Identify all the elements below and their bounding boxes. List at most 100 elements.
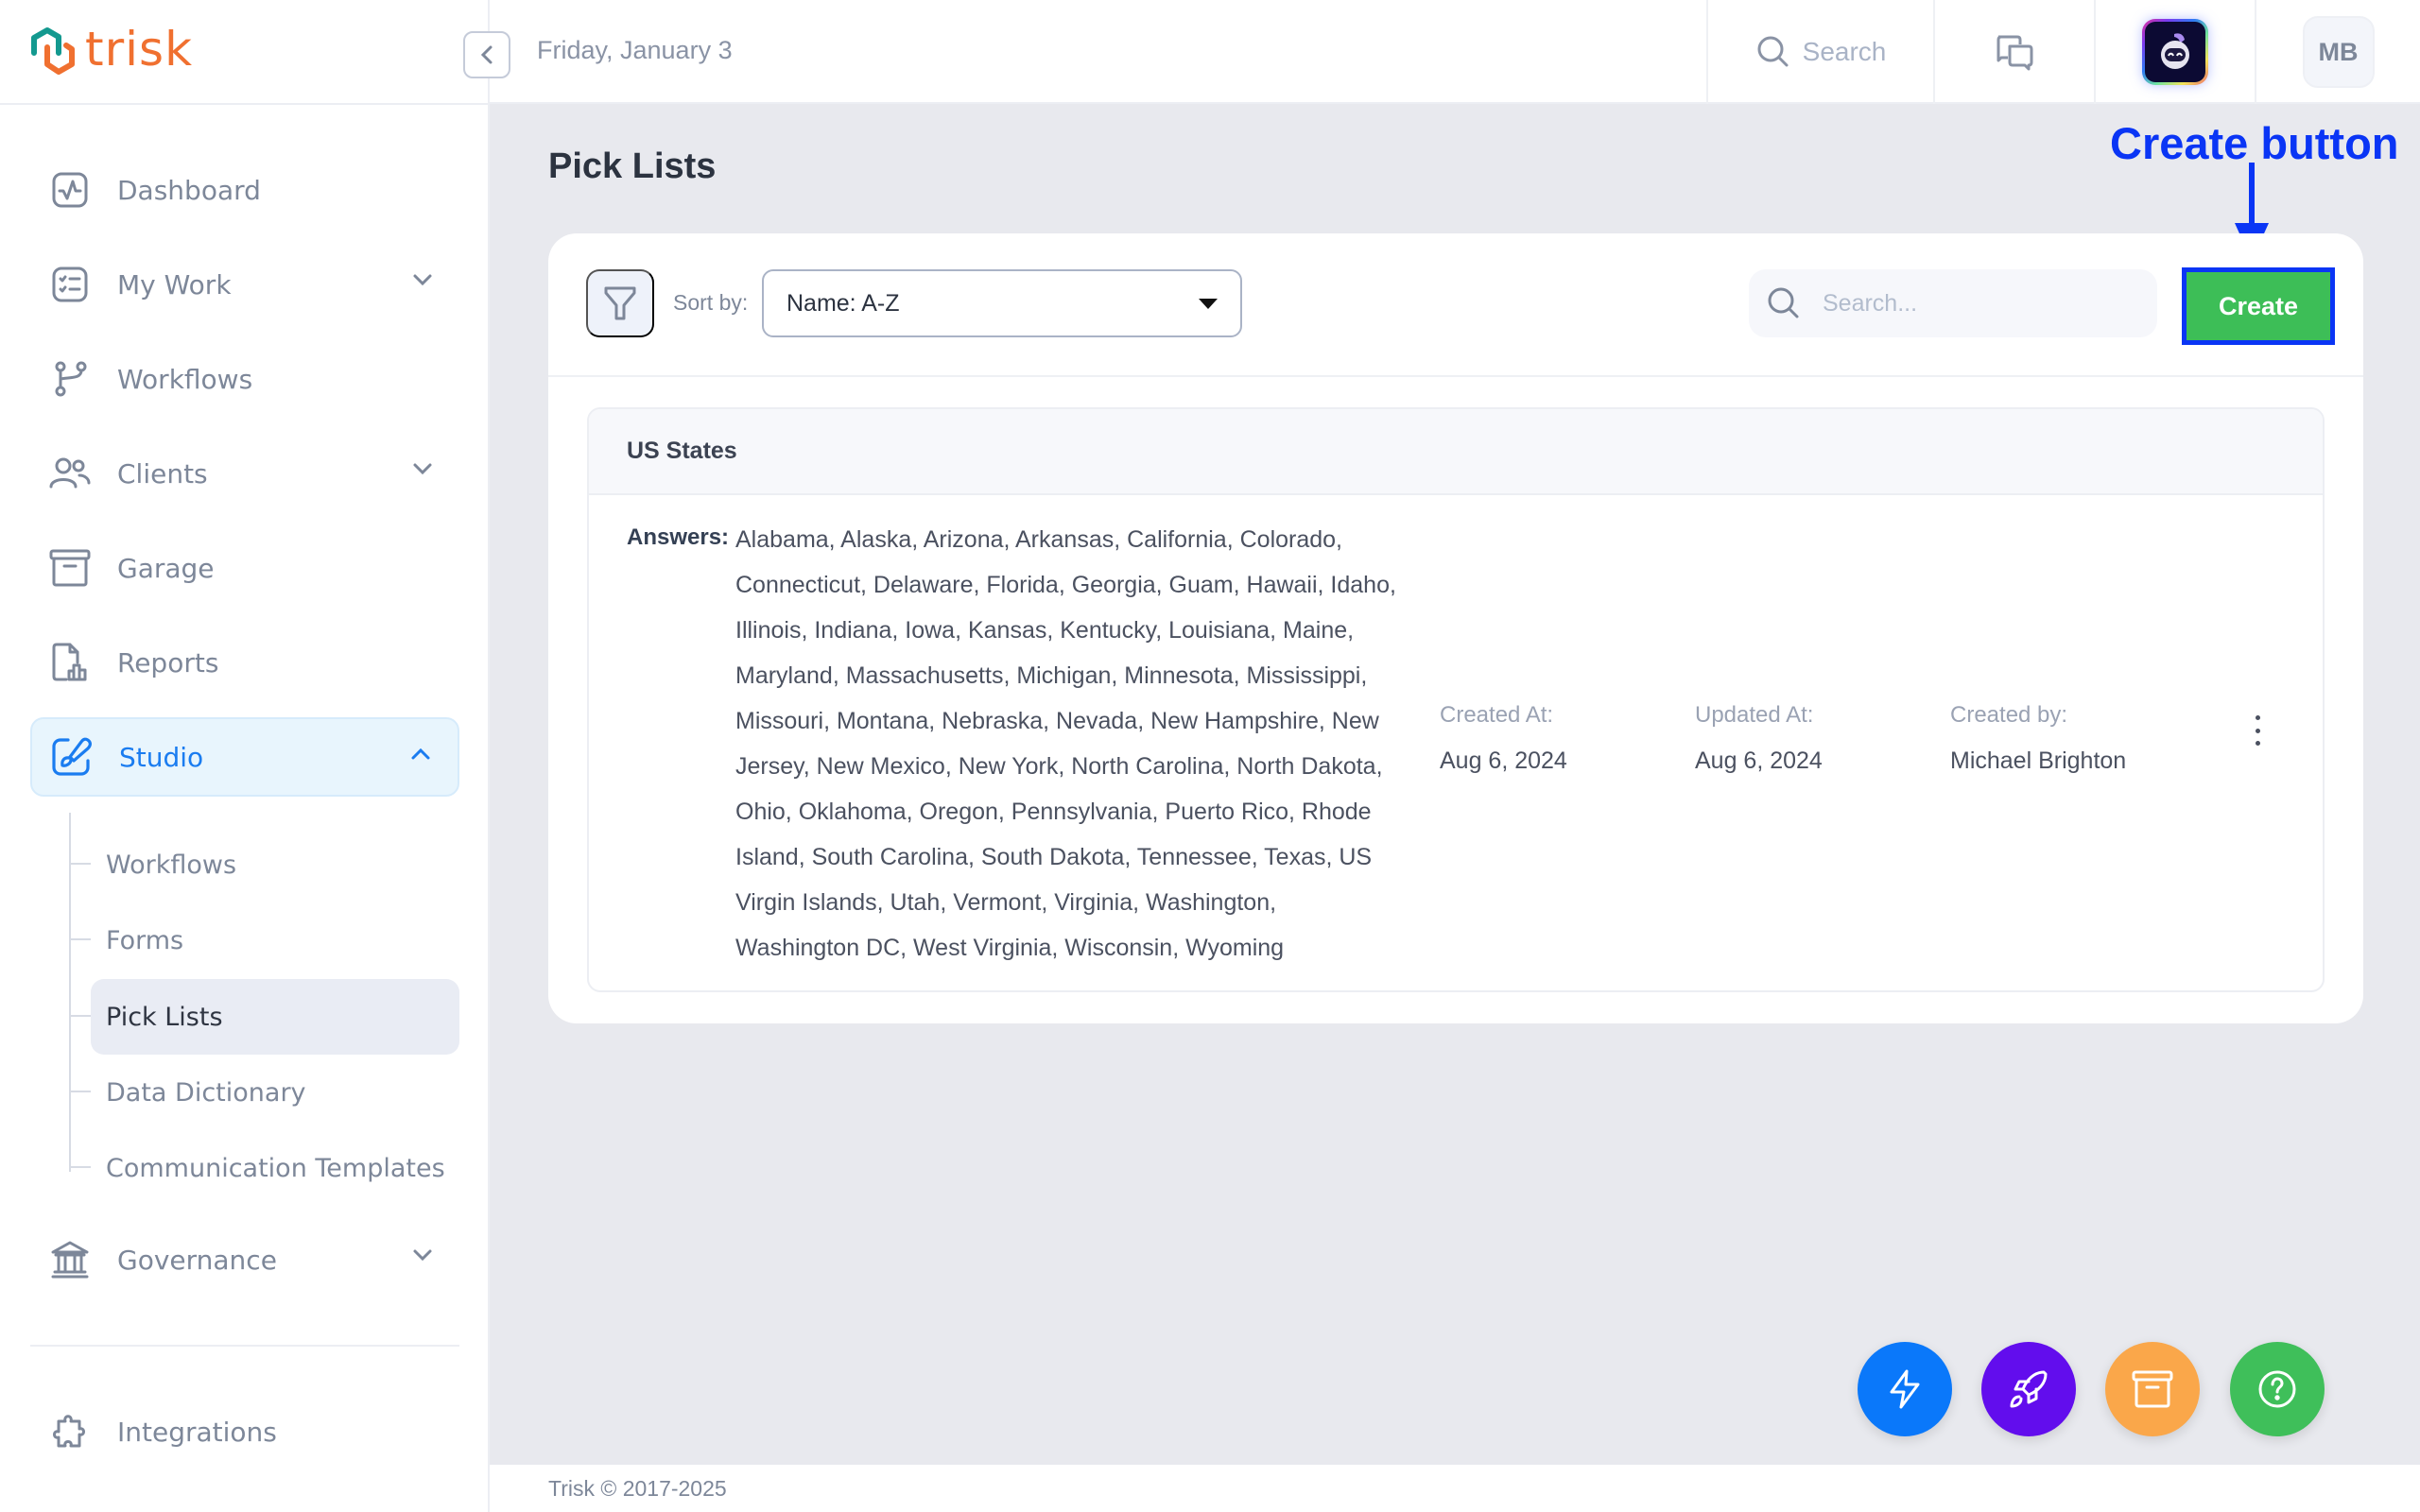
updated-at-value: Aug 6, 2024 <box>1695 747 1823 774</box>
pick-list-item[interactable]: US States Answers: Alabama, Alaska, Ariz… <box>587 407 2325 992</box>
messages-button[interactable] <box>1933 0 2094 104</box>
annotation-label: Create button <box>2110 118 2399 168</box>
search-icon <box>1768 287 1799 318</box>
filter-icon <box>604 286 636 320</box>
help-button[interactable] <box>2230 1342 2325 1436</box>
global-search-label: Search <box>1802 37 1887 66</box>
sidebar-subitem-label: Pick Lists <box>106 1002 223 1032</box>
copyright-text: Trisk © 2017-2025 <box>548 1476 727 1501</box>
sidebar: trisk Dashboard My Work Workflows Client… <box>0 0 490 1512</box>
chevron-left-icon <box>480 45 493 64</box>
sidebar-item-label: Governance <box>117 1244 277 1276</box>
footer: Trisk © 2017-2025 <box>490 1465 2420 1512</box>
launch-button[interactable] <box>1981 1342 2076 1436</box>
sidebar-subitem-label: Communication Templates <box>106 1153 445 1183</box>
sidebar-item-integrations[interactable]: Integrations <box>30 1392 459 1471</box>
page-title: Pick Lists <box>548 146 717 186</box>
robot-icon <box>2161 33 2189 69</box>
sidebar-item-dashboard[interactable]: Dashboard <box>30 150 459 230</box>
tree-branch <box>70 938 91 940</box>
create-button[interactable]: Create <box>2187 272 2330 340</box>
trisk-logo[interactable]: trisk <box>28 22 194 79</box>
sidebar-item-label: Reports <box>117 646 219 679</box>
activity-icon <box>49 169 91 211</box>
answers-list: Alabama, Alaska, Arizona, Arkansas, Cali… <box>735 526 1396 961</box>
sort-selected-value: Name: A-Z <box>786 289 900 317</box>
sidebar-item-clients[interactable]: Clients <box>30 434 459 513</box>
created-by-field: Created by: Michael Brighton <box>1950 702 2126 775</box>
sidebar-item-label: Dashboard <box>117 174 261 206</box>
help-icon <box>2258 1370 2296 1408</box>
tree-branch <box>70 863 91 865</box>
top-bar: Friday, January 3 Search MB <box>490 0 2420 104</box>
archive-icon <box>49 547 91 589</box>
pick-list-header: US States <box>589 409 2323 495</box>
sidebar-item-studio[interactable]: Studio <box>30 717 459 797</box>
lightning-icon <box>1890 1369 1920 1409</box>
global-search-button[interactable]: Search <box>1706 0 1933 104</box>
sidebar-divider <box>30 1345 459 1347</box>
chevron-down-icon[interactable] <box>412 1248 433 1266</box>
sidebar-subitem-workflows[interactable]: Workflows <box>70 827 459 902</box>
sidebar-item-label: Garage <box>117 552 215 584</box>
rocket-icon <box>2010 1370 2048 1408</box>
puzzle-icon <box>49 1411 91 1452</box>
sidebar-subitem-label: Workflows <box>106 850 237 880</box>
sidebar-subitem-label: Forms <box>106 925 184 955</box>
updated-at-label: Updated At: <box>1695 702 1814 728</box>
sort-select[interactable]: Name: A-Z <box>762 269 1242 337</box>
created-by-value: Michael Brighton <box>1950 747 2127 774</box>
trisk-logo-mark-icon <box>31 27 75 75</box>
answers-label: Answers: <box>627 524 730 550</box>
sidebar-item-garage[interactable]: Garage <box>30 528 459 608</box>
user-menu-button[interactable]: MB <box>2255 0 2420 104</box>
search-field[interactable] <box>1749 269 2157 337</box>
created-at-label: Created At: <box>1440 702 1554 728</box>
sort-label: Sort by: <box>673 290 749 315</box>
collapse-sidebar-button[interactable] <box>463 31 510 78</box>
bank-icon <box>49 1239 91 1280</box>
sidebar-item-my-work[interactable]: My Work <box>30 245 459 324</box>
current-date: Friday, January 3 <box>537 36 733 64</box>
sidebar-subitem-data-dictionary[interactable]: Data Dictionary <box>70 1055 459 1130</box>
filter-button[interactable] <box>586 269 654 337</box>
sidebar-item-label: Workflows <box>117 363 253 395</box>
caret-down-icon <box>1199 299 1218 309</box>
sidebar-item-governance[interactable]: Governance <box>30 1220 459 1299</box>
chevron-down-icon[interactable] <box>412 273 433 291</box>
search-input[interactable] <box>1823 289 2144 318</box>
sidebar-subitem-label: Data Dictionary <box>106 1077 306 1108</box>
chevron-down-icon[interactable] <box>412 462 433 480</box>
brand-name: trisk <box>85 22 194 77</box>
user-avatar: MB <box>2302 16 2375 88</box>
quick-actions-button[interactable] <box>1858 1342 1952 1436</box>
sidebar-subitem-pick-lists[interactable]: Pick Lists <box>70 979 459 1055</box>
tree-branch <box>70 1091 91 1092</box>
sidebar-item-label: Integrations <box>117 1416 277 1448</box>
created-by-label: Created by: <box>1950 702 2068 728</box>
sidebar-item-label: My Work <box>117 268 232 301</box>
checklist-icon <box>49 264 91 305</box>
pick-lists-card: Sort by: Name: A-Z Create US States Answ… <box>548 233 2363 1023</box>
logo-divider <box>0 103 490 105</box>
git-branch-icon <box>49 358 91 400</box>
updated-at-field: Updated At: Aug 6, 2024 <box>1695 702 1823 775</box>
chat-icon <box>1996 35 2033 71</box>
create-button-highlight: Create <box>2182 267 2335 345</box>
users-icon <box>49 453 91 494</box>
toolbar-divider <box>548 375 2363 377</box>
report-chart-icon <box>49 642 91 683</box>
more-options-icon[interactable] <box>2243 712 2272 749</box>
ai-assistant-button[interactable] <box>2094 0 2255 104</box>
chevron-up-icon[interactable] <box>410 747 431 765</box>
sidebar-subitem-communication-templates[interactable]: Communication Templates <box>70 1130 459 1206</box>
sidebar-item-workflows[interactable]: Workflows <box>30 339 459 419</box>
sidebar-subitem-forms[interactable]: Forms <box>70 902 459 978</box>
tree-branch <box>70 1015 91 1017</box>
sidebar-item-reports[interactable]: Reports <box>30 623 459 702</box>
submenu-tree-line <box>69 813 71 1172</box>
created-at-field: Created At: Aug 6, 2024 <box>1440 702 1567 775</box>
archive-button[interactable] <box>2105 1342 2200 1436</box>
sidebar-item-label: Clients <box>117 457 208 490</box>
brush-icon <box>51 736 93 778</box>
